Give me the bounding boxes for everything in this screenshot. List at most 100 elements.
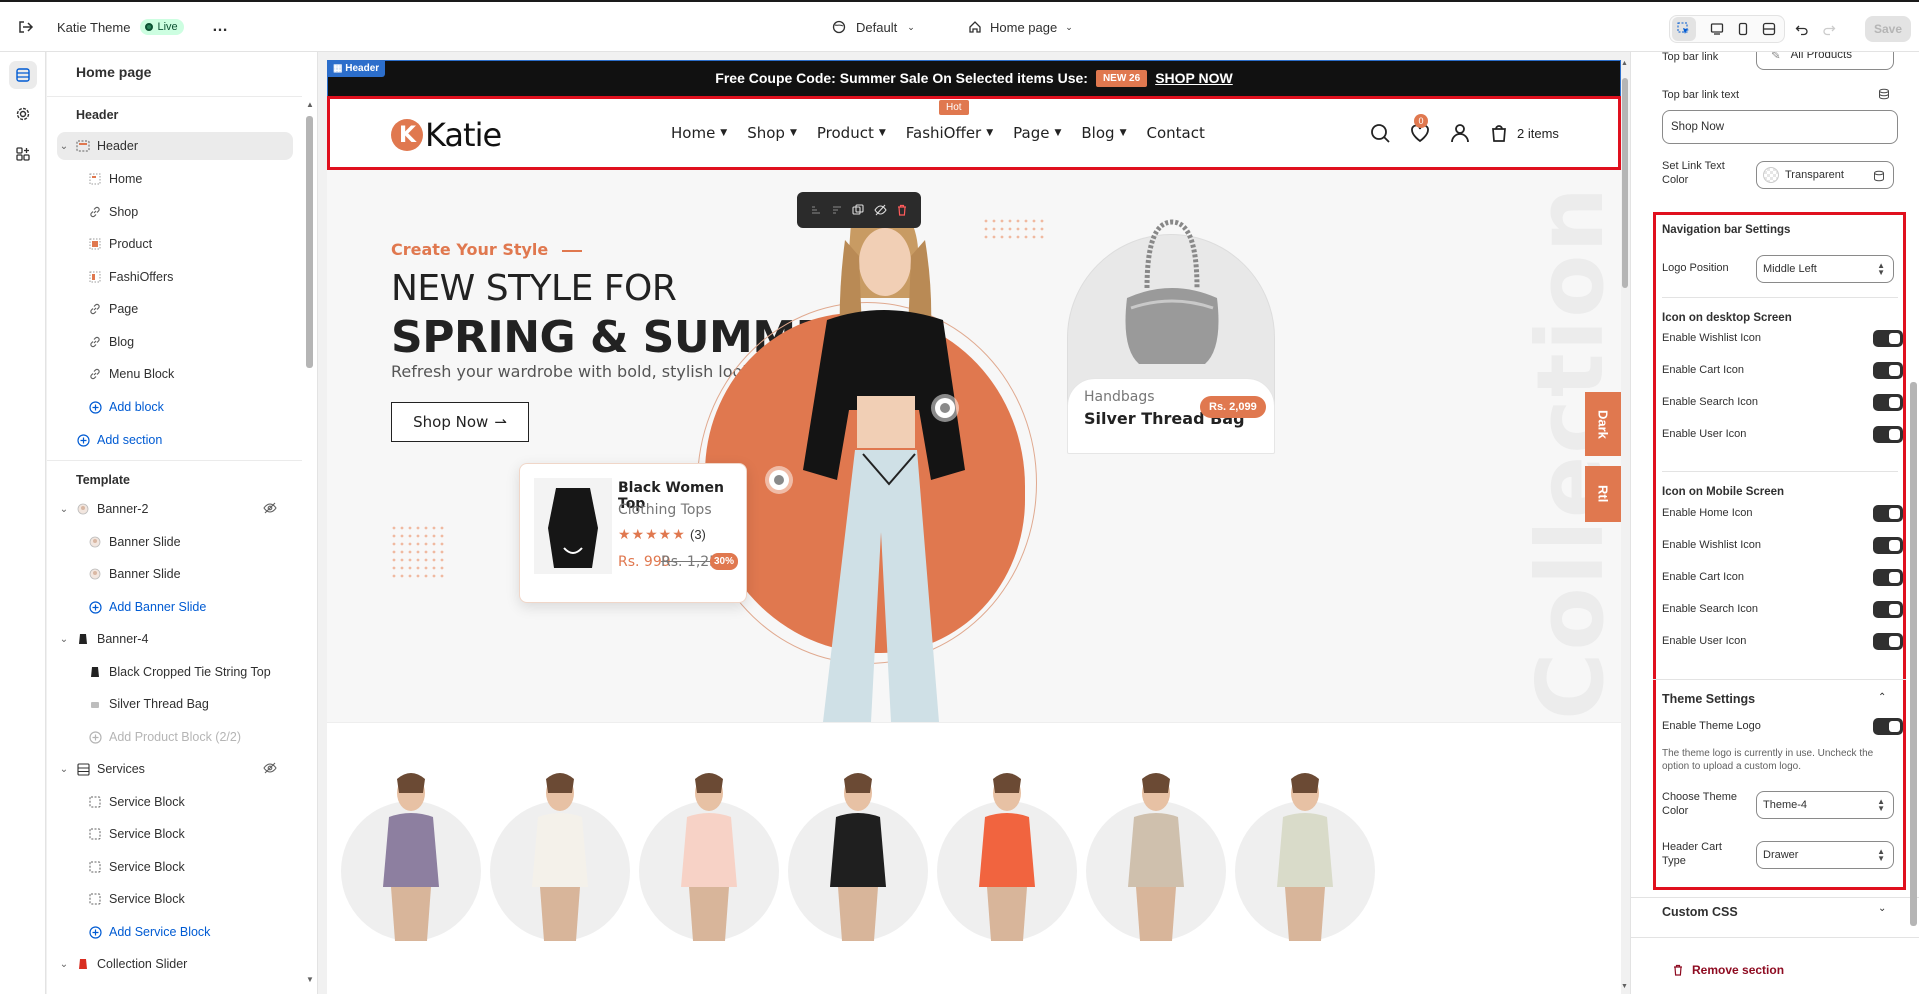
more-actions-button[interactable]: … <box>212 2 229 52</box>
desktop-toggle-row[interactable]: Enable Wishlist Icon <box>1662 328 1903 348</box>
add-banner-slide-button[interactable]: Add Banner Slide <box>87 593 317 621</box>
top-bar-link-text-input[interactable]: Shop Now <box>1662 110 1898 144</box>
dynamic-source-icon[interactable] <box>1873 170 1885 182</box>
block-banner-slide[interactable]: Banner Slide <box>87 560 317 588</box>
scrollbar-thumb[interactable] <box>306 116 313 368</box>
hotspot-marker[interactable] <box>935 398 955 418</box>
preset-selector[interactable]: Default ⌄ <box>832 2 915 52</box>
rtl-tab[interactable]: Rtl <box>1585 466 1621 522</box>
fullscreen-button[interactable] <box>1757 17 1781 41</box>
header-section-tag[interactable]: ▦ Header <box>327 60 386 77</box>
section-banner-4[interactable]: ⌄ Banner-4 <box>57 625 297 653</box>
settings-scrollbar[interactable] <box>1908 52 1919 994</box>
mobile-toggle-row[interactable]: Enable Home Icon <box>1662 503 1903 523</box>
remove-section-button[interactable]: Remove section <box>1672 963 1784 977</box>
toggle-switch[interactable] <box>1873 601 1903 618</box>
block-service[interactable]: Service Block <box>87 885 317 913</box>
block-product-2[interactable]: Silver Thread Bag <box>87 690 317 718</box>
save-button[interactable]: Save <box>1865 16 1911 42</box>
block-shop[interactable]: Shop <box>87 198 317 226</box>
desktop-toggle-row[interactable]: Enable User Icon <box>1662 424 1903 444</box>
add-block-button[interactable]: Add block <box>87 393 317 421</box>
category-item[interactable] <box>1235 771 1375 941</box>
toggle-switch[interactable] <box>1873 330 1903 347</box>
chevron-down-icon[interactable]: ⌄ <box>1878 903 1886 914</box>
nav-settings-heading: Navigation bar Settings <box>1662 224 1791 236</box>
block-home[interactable]: Home <box>87 165 317 193</box>
section-collection-slider[interactable]: ⌄ Collection Slider <box>57 950 297 978</box>
section-header[interactable]: ⌄ Header <box>57 132 293 160</box>
exit-button[interactable] <box>16 2 34 52</box>
category-item[interactable] <box>341 771 481 941</box>
link-text-color-picker[interactable]: Transparent <box>1756 161 1894 189</box>
desktop-toggle-row[interactable]: Enable Cart Icon <box>1662 360 1903 380</box>
mobile-view-button[interactable] <box>1731 17 1755 41</box>
hotspot-product-card[interactable]: Black Women Top Clothing Tops ★★★★★ (3) … <box>519 463 747 603</box>
toggle-switch[interactable] <box>1873 718 1903 735</box>
panel-scrollbar[interactable]: ▲ ▼ <box>304 100 314 984</box>
block-service[interactable]: Service Block <box>87 853 317 881</box>
dark-mode-tab[interactable]: Dark <box>1585 392 1621 456</box>
move-up-icon[interactable] <box>810 204 822 216</box>
category-item[interactable] <box>1086 771 1226 941</box>
toggle-switch[interactable] <box>1873 569 1903 586</box>
toggle-switch[interactable] <box>1873 362 1903 379</box>
section-banner-2[interactable]: ⌄ Banner-2 <box>57 495 297 523</box>
duplicate-icon[interactable] <box>852 204 865 216</box>
mobile-toggle-row[interactable]: Enable User Icon <box>1662 631 1903 651</box>
section-services[interactable]: ⌄ Services <box>57 755 297 783</box>
move-down-icon[interactable] <box>831 204 843 216</box>
category-item[interactable] <box>639 771 779 941</box>
hotspot-bag-card[interactable]: Handbags Silver Thread Bag Rs. 2,099 <box>1067 210 1275 454</box>
theme-settings-heading[interactable]: Theme Settings <box>1662 692 1755 706</box>
trash-icon[interactable] <box>896 204 908 216</box>
desktop-toggle-row[interactable]: Enable Search Icon <box>1662 392 1903 412</box>
add-service-block-button[interactable]: Add Service Block <box>87 918 317 946</box>
dynamic-source-icon[interactable] <box>1878 88 1890 100</box>
toggle-switch[interactable] <box>1873 394 1903 411</box>
mobile-toggle-row[interactable]: Enable Wishlist Icon <box>1662 535 1903 555</box>
block-fashioffers[interactable]: FashiOffers <box>87 263 317 291</box>
inspector-button[interactable] <box>1672 17 1696 41</box>
scrollbar-thumb[interactable] <box>1622 78 1628 288</box>
eye-off-icon[interactable] <box>263 501 277 518</box>
page-selector[interactable]: Home page ⌄ <box>968 2 1073 52</box>
hotspot-marker[interactable] <box>769 470 789 490</box>
toggle-switch[interactable] <box>1873 633 1903 650</box>
eye-off-icon[interactable] <box>874 204 887 216</box>
add-section-button[interactable]: Add section <box>75 426 315 454</box>
block-product-1[interactable]: Black Cropped Tie String Top <box>87 658 317 686</box>
theme-color-select[interactable]: Theme-4 ▲ ▼ <box>1756 791 1894 819</box>
category-item[interactable] <box>788 771 928 941</box>
category-item[interactable] <box>937 771 1077 941</box>
canvas-scrollbar[interactable]: ▲ ▼ <box>1621 60 1629 990</box>
toggle-switch[interactable] <box>1873 505 1903 522</box>
top-bar-link-field[interactable]: ✎ All Products <box>1756 52 1894 70</box>
toggle-switch[interactable] <box>1873 537 1903 554</box>
apps-tab[interactable] <box>9 140 37 168</box>
undo-button[interactable] <box>1790 17 1814 41</box>
block-service[interactable]: Service Block <box>87 820 317 848</box>
sections-tab[interactable] <box>9 61 37 89</box>
mobile-toggle-row[interactable]: Enable Cart Icon <box>1662 567 1903 587</box>
hero-shop-now-button[interactable]: Shop Now ⇀ <box>391 402 529 442</box>
redo-button[interactable] <box>1817 17 1841 41</box>
theme-logo-toggle-row[interactable]: Enable Theme Logo <box>1662 716 1903 736</box>
scrollbar-thumb[interactable] <box>1910 382 1917 926</box>
block-banner-slide[interactable]: Banner Slide <box>87 528 317 556</box>
block-menu-block[interactable]: Menu Block <box>87 360 317 388</box>
toggle-switch[interactable] <box>1873 426 1903 443</box>
eye-off-icon[interactable] <box>263 761 277 778</box>
mobile-toggle-row[interactable]: Enable Search Icon <box>1662 599 1903 619</box>
block-page[interactable]: Page <box>87 295 317 323</box>
logo-position-select[interactable]: Middle Left ▲ ▼ <box>1756 255 1894 283</box>
chevron-up-icon[interactable]: ⌃ <box>1878 692 1886 703</box>
category-item[interactable] <box>490 771 630 941</box>
theme-settings-tab[interactable] <box>9 100 37 128</box>
block-service[interactable]: Service Block <box>87 788 317 816</box>
custom-css-toggle[interactable]: Custom CSS <box>1662 905 1738 919</box>
desktop-view-button[interactable] <box>1705 17 1729 41</box>
block-blog[interactable]: Blog <box>87 328 317 356</box>
block-product[interactable]: Product <box>87 230 317 258</box>
cart-type-select[interactable]: Drawer ▲ ▼ <box>1756 841 1894 869</box>
